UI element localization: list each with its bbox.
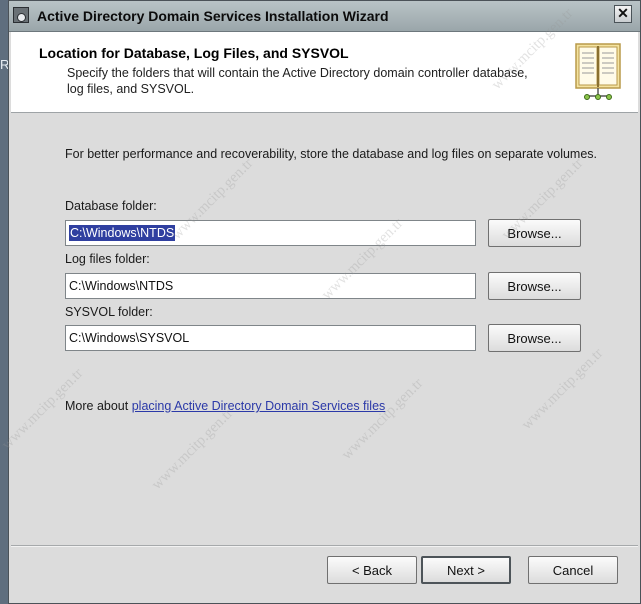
title-bar[interactable]: Active Directory Domain Services Install… <box>9 1 640 32</box>
back-button[interactable]: < Back <box>327 556 417 584</box>
more-about-text: More about placing Active Directory Doma… <box>65 399 385 413</box>
wizard-window: Active Directory Domain Services Install… <box>0 0 641 604</box>
page-description: Specify the folders that will contain th… <box>67 66 528 96</box>
more-about-prefix: More about <box>65 399 132 413</box>
next-button[interactable]: Next > <box>421 556 511 584</box>
database-folder-input[interactable]: C:\Windows\NTDS <box>65 220 476 246</box>
log-files-folder-label: Log files folder: <box>65 252 150 266</box>
footer-separator <box>11 545 638 547</box>
sysvol-folder-label: SYSVOL folder: <box>65 305 153 319</box>
page-title: Location for Database, Log Files, and SY… <box>39 45 349 61</box>
wizard-content: For better performance and recoverabilit… <box>9 113 640 546</box>
wizard-header: Location for Database, Log Files, and SY… <box>11 32 638 113</box>
log-files-folder-value: C:\Windows\NTDS <box>69 279 174 293</box>
book-icon <box>575 43 621 100</box>
sysvol-folder-input[interactable]: C:\Windows\SYSVOL <box>65 325 476 351</box>
database-folder-label: Database folder: <box>65 199 157 213</box>
database-folder-value: C:\Windows\NTDS <box>69 225 176 241</box>
sysvol-folder-value: C:\Windows\SYSVOL <box>69 331 190 345</box>
intro-text: For better performance and recoverabilit… <box>65 147 598 161</box>
placing-files-link[interactable]: placing Active Directory Domain Services… <box>132 399 386 413</box>
log-files-folder-input[interactable]: C:\Windows\NTDS <box>65 273 476 299</box>
sysvol-browse-button[interactable]: Browse... <box>488 324 581 352</box>
close-icon: ✕ <box>617 5 629 21</box>
app-icon <box>13 7 29 23</box>
database-browse-button[interactable]: Browse... <box>488 219 581 247</box>
cancel-button[interactable]: Cancel <box>528 556 618 584</box>
close-button[interactable]: ✕ <box>614 5 632 23</box>
desktop-background <box>0 0 8 604</box>
window-title: Active Directory Domain Services Install… <box>37 8 389 24</box>
log-files-browse-button[interactable]: Browse... <box>488 272 581 300</box>
